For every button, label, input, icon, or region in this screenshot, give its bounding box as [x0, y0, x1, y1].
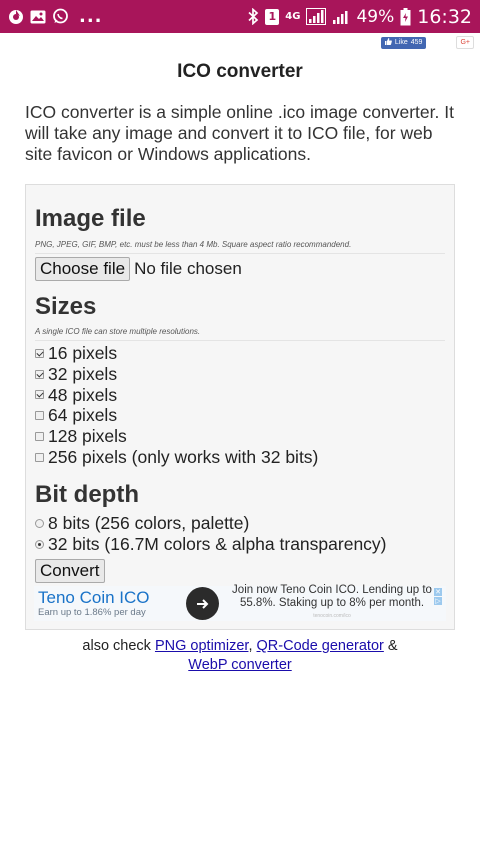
- size-option-label: 128 pixels: [48, 426, 127, 447]
- more-notifications: ...: [79, 6, 103, 27]
- ad-domain: tenocoin.com/ico: [313, 613, 351, 619]
- ad-subtitle: Earn up to 1.86% per day: [38, 607, 146, 618]
- size-option[interactable]: 256 pixels (only works with 32 bits): [35, 447, 318, 468]
- bluetooth-icon: [247, 8, 259, 25]
- size-option-label: 32 pixels: [48, 363, 118, 384]
- social-buttons: Like 459 G+: [380, 36, 474, 49]
- size-option-label: 256 pixels (only works with 32 bits): [48, 446, 319, 467]
- like-label: Like: [394, 39, 408, 46]
- sim-slot-icon: 1: [265, 8, 280, 25]
- sizes-list: 16 pixels 32 pixels 48 pixels 64 pixels …: [35, 343, 318, 468]
- size-option-label: 64 pixels: [48, 405, 118, 426]
- size-128-checkbox[interactable]: [35, 432, 44, 442]
- size-64-checkbox[interactable]: [35, 411, 44, 421]
- size-256-checkbox[interactable]: [35, 452, 44, 462]
- ad-banner[interactable]: Teno Coin ICO Earn up to 1.86% per day J…: [34, 584, 446, 623]
- size-16-checkbox[interactable]: [35, 348, 44, 358]
- size-option[interactable]: 48 pixels: [35, 385, 318, 406]
- size-option[interactable]: 128 pixels: [35, 426, 318, 447]
- sizes-hint: A single ICO file can store multiple res…: [35, 327, 445, 341]
- size-option-label: 48 pixels: [48, 384, 118, 405]
- ad-controls: ✕ ▷: [434, 588, 442, 605]
- browser-icon: [8, 9, 24, 25]
- ad-title[interactable]: Teno Coin ICO: [38, 589, 186, 607]
- status-bar-right: 1 4G 49% 16:32: [247, 6, 472, 28]
- bit-depth-32-radio[interactable]: [35, 539, 44, 549]
- png-optimizer-link[interactable]: PNG optimizer: [155, 638, 248, 654]
- signal-icon-2: [332, 9, 350, 25]
- size-option[interactable]: 32 pixels: [35, 364, 318, 385]
- facebook-like-button[interactable]: Like 459: [380, 36, 427, 49]
- battery-icon: [400, 7, 411, 26]
- file-status: No file chosen: [134, 259, 242, 278]
- bit-depth-option-label: 32 bits (16.7M colors & alpha transparen…: [48, 533, 387, 554]
- size-32-checkbox[interactable]: [35, 369, 44, 379]
- convert-button[interactable]: Convert: [35, 559, 105, 583]
- footer-links: also check PNG optimizer, QR-Code genera…: [0, 637, 480, 675]
- gallery-icon: [30, 10, 46, 24]
- thumbs-up-icon: [384, 38, 392, 47]
- bit-depth-heading: Bit depth: [35, 481, 139, 508]
- intro-text: ICO converter is a simple online .ico im…: [25, 102, 454, 164]
- bit-depth-8-radio[interactable]: [35, 518, 44, 528]
- image-file-hint: PNG, JPEG, GIF, BMP, etc. must be less t…: [35, 240, 445, 254]
- bit-depth-option[interactable]: 8 bits (256 colors, palette): [35, 513, 387, 534]
- choose-file-button[interactable]: Choose file: [35, 257, 131, 281]
- footer-separator: ,: [248, 638, 253, 654]
- sizes-heading: Sizes: [35, 293, 97, 320]
- page-title: ICO converter: [177, 61, 303, 82]
- clock: 16:32: [417, 5, 472, 28]
- file-picker: Choose file No file chosen: [35, 257, 242, 281]
- like-count: 459: [410, 39, 423, 46]
- arrow-right-icon[interactable]: [186, 587, 219, 620]
- signal-icon: [306, 8, 327, 25]
- network-type: 4G: [285, 11, 301, 22]
- bit-depth-list: 8 bits (256 colors, palette) 32 bits (16…: [35, 513, 387, 555]
- size-option-label: 16 pixels: [48, 342, 118, 363]
- battery-percentage: 49%: [356, 6, 395, 27]
- footer-prefix: also check: [82, 638, 151, 654]
- size-option[interactable]: 16 pixels: [35, 343, 318, 364]
- google-plus-button[interactable]: G+: [456, 36, 474, 49]
- bit-depth-option-label: 8 bits (256 colors, palette): [48, 512, 250, 533]
- status-bar: ... 1 4G 49% 16:32: [0, 0, 480, 33]
- qr-code-generator-link[interactable]: QR-Code generator: [257, 638, 384, 654]
- ad-info-icon[interactable]: ▷: [434, 597, 442, 605]
- converter-form: Image file PNG, JPEG, GIF, BMP, etc. mus…: [25, 184, 455, 630]
- ad-body-text: Join now Teno Coin ICO. Lending up to 55…: [232, 584, 432, 609]
- webp-converter-link[interactable]: WebP converter: [188, 657, 291, 673]
- bit-depth-option[interactable]: 32 bits (16.7M colors & alpha transparen…: [35, 534, 387, 555]
- size-option[interactable]: 64 pixels: [35, 405, 318, 426]
- status-bar-left: ...: [8, 6, 103, 27]
- image-file-heading: Image file: [35, 205, 146, 232]
- whatsapp-icon: [52, 8, 69, 25]
- ad-headline: Teno Coin ICO Earn up to 1.86% per day: [34, 589, 186, 619]
- size-48-checkbox[interactable]: [35, 390, 44, 400]
- ad-body: Join now Teno Coin ICO. Lending up to 55…: [227, 584, 437, 623]
- footer-ampersand: &: [387, 638, 398, 654]
- close-icon[interactable]: ✕: [434, 588, 442, 596]
